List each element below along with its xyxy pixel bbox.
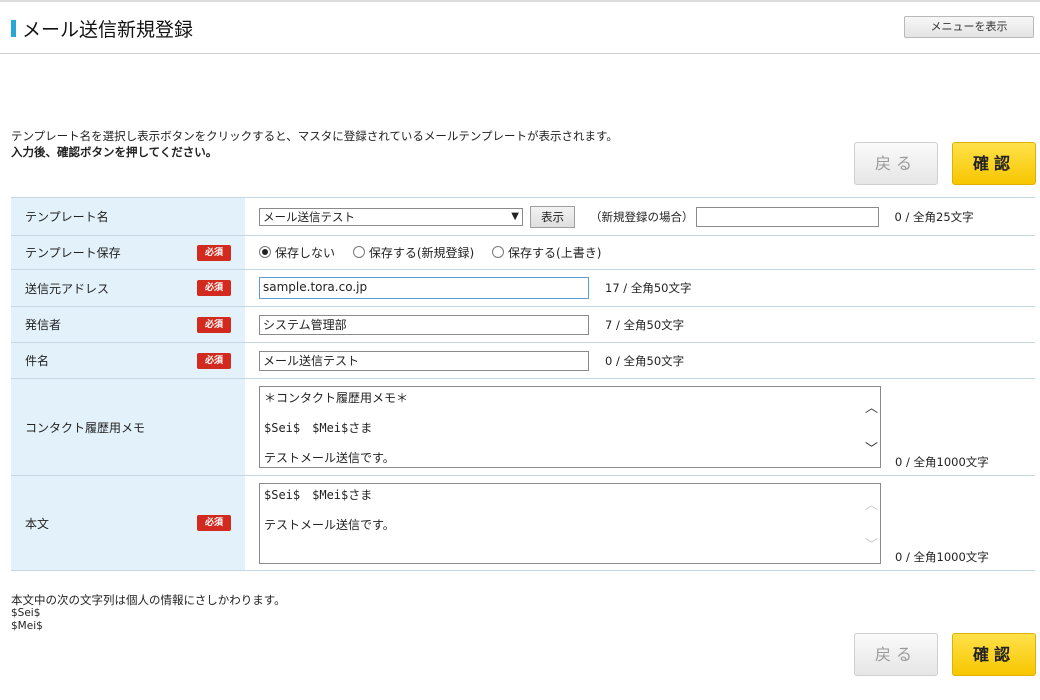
mail-form-table: テンプレート名 メール送信テスト ▼ 表示 （新規登録の場合） 0 / 全角25文字 テ… [11, 197, 1035, 571]
note-var-sei: $Sei$ [11, 607, 41, 619]
memo-line [264, 404, 858, 419]
required-badge: 必須 [197, 515, 231, 531]
substitution-note: 本文中の次の文字列は個人の情報にさしかわります。 $Sei$ $Mei$ [11, 594, 286, 633]
radio-no-save[interactable]: 保存しない [259, 244, 335, 261]
row-memo: コンタクト履歴用メモ ＊コンタクト履歴用メモ＊ $Sei$ $Mei$さま テス… [11, 378, 1035, 476]
note-var-mei: $Mei$ [11, 620, 43, 632]
chevron-down-icon[interactable]: ﹀ [863, 534, 880, 553]
instructions: テンプレート名を選択し表示ボタンをクリックすると、マスタに登録されているメールテ… [11, 128, 618, 160]
required-badge: 必須 [197, 280, 231, 296]
sender-counter: 7 / 全角50文字 [605, 317, 685, 332]
confirm-button-top[interactable]: 確認 [952, 142, 1036, 185]
memo-counter: 0 / 全角1000文字 [895, 455, 989, 469]
subject-counter: 0 / 全角50文字 [605, 353, 685, 368]
new-registration-label: （新規登録の場合） [590, 209, 694, 224]
label-text: テンプレート名 [25, 210, 109, 224]
chevron-down-icon[interactable]: ﹀ [863, 438, 880, 457]
memo-line: $Sei$ $Mei$さま [264, 421, 373, 435]
radio-label: 保存する(新規登録) [368, 246, 475, 260]
body-scrollbar[interactable]: ︿ ﹀ [863, 484, 880, 563]
memo-scrollbar[interactable]: ︿ ﹀ [863, 387, 880, 467]
back-button-bottom[interactable]: 戻る [854, 633, 938, 676]
row-body: 本文 必須 $Sei$ $Mei$さま テストメール送信です。 ︿ ﹀ 0 / 全角… [11, 475, 1035, 571]
required-badge: 必須 [197, 316, 231, 333]
title-accent-bar [11, 20, 16, 37]
radio-save-new[interactable]: 保存する(新規登録) [352, 244, 475, 261]
page-title: メール送信新規登録 [22, 19, 194, 41]
body-counter: 0 / 全角1000文字 [895, 550, 989, 564]
row-sender: 発信者 必須 システム管理部 7 / 全角50文字 [11, 306, 1035, 343]
template-select-value: メール送信テスト [263, 209, 355, 224]
sender-input[interactable]: システム管理部 [259, 314, 589, 335]
radio-label: 保存しない [275, 246, 336, 260]
body-line: $Sei$ $Mei$さま [264, 488, 373, 502]
label-subject: 件名 必須 [11, 342, 245, 379]
radio-label: 保存する(上書き) [508, 246, 602, 260]
radio-icon [492, 246, 505, 258]
template-name-counter: 0 / 全角25文字 [894, 209, 974, 224]
label-text: 送信元アドレス [25, 281, 110, 296]
label-sender: 発信者 必須 [11, 306, 245, 343]
memo-line: テストメール送信です。 [264, 451, 395, 465]
radio-selected-icon [259, 246, 271, 258]
body-line: テストメール送信です。 [264, 518, 395, 532]
chevron-down-icon: ▼ [511, 210, 519, 222]
label-text: テンプレート保存 [25, 246, 121, 260]
row-template-save: テンプレート保存 必須 保存しない 保存する(新規登録) 保存する(上書き) [11, 235, 1035, 270]
sender-address-input[interactable]: sample.tora.co.jp [259, 277, 589, 299]
instruction-line-1: テンプレート名を選択し表示ボタンをクリックすると、マスタに登録されているメールテ… [11, 129, 618, 143]
required-badge: 必須 [197, 244, 231, 261]
page-header: メール送信新規登録 メニューを表示 [0, 2, 1040, 54]
label-sender-address: 送信元アドレス 必須 [11, 269, 245, 307]
radio-save-overwrite[interactable]: 保存する(上書き) [492, 244, 601, 261]
note-text: 本文中の次の文字列は個人の情報にさしかわります。 [11, 593, 286, 607]
row-subject: 件名 必須 メール送信テスト 0 / 全角50文字 [11, 342, 1035, 379]
radio-icon [352, 246, 365, 258]
memo-line: ＊コンタクト履歴用メモ＊ [264, 391, 409, 405]
show-menu-button[interactable]: メニューを表示 [904, 16, 1034, 38]
row-template-name: テンプレート名 メール送信テスト ▼ 表示 （新規登録の場合） 0 / 全角25文字 [11, 197, 1035, 236]
chevron-up-icon[interactable]: ︿ [863, 494, 880, 513]
instruction-line-2: 入力後、確認ボタンを押してください。 [11, 145, 218, 159]
subject-input[interactable]: メール送信テスト [259, 350, 589, 371]
chevron-up-icon[interactable]: ︿ [863, 397, 880, 416]
body-textarea[interactable]: $Sei$ $Mei$さま テストメール送信です。 ︿ ﹀ [259, 483, 881, 564]
show-template-button[interactable]: 表示 [530, 205, 575, 228]
body-line [264, 501, 858, 516]
label-text: 本文 [25, 516, 50, 531]
label-template-name: テンプレート名 [11, 197, 245, 236]
label-template-save: テンプレート保存 必須 [11, 235, 245, 270]
required-badge: 必須 [197, 352, 231, 369]
new-template-name-input[interactable] [695, 206, 879, 227]
memo-line [264, 434, 858, 449]
label-memo: コンタクト履歴用メモ [11, 378, 245, 476]
back-button-top[interactable]: 戻る [854, 142, 938, 185]
label-text: 件名 [25, 354, 50, 368]
sender-address-counter: 17 / 全角50文字 [605, 281, 692, 295]
label-text: 発信者 [25, 318, 62, 332]
label-text: コンタクト履歴用メモ [25, 420, 146, 435]
row-sender-address: 送信元アドレス 必須 sample.tora.co.jp 17 / 全角50文字 [11, 269, 1035, 307]
label-body: 本文 必須 [11, 475, 245, 571]
template-select[interactable]: メール送信テスト ▼ [259, 207, 523, 226]
confirm-button-bottom[interactable]: 確認 [952, 633, 1036, 676]
memo-textarea[interactable]: ＊コンタクト履歴用メモ＊ $Sei$ $Mei$さま テストメール送信です。 ︿… [259, 386, 881, 468]
